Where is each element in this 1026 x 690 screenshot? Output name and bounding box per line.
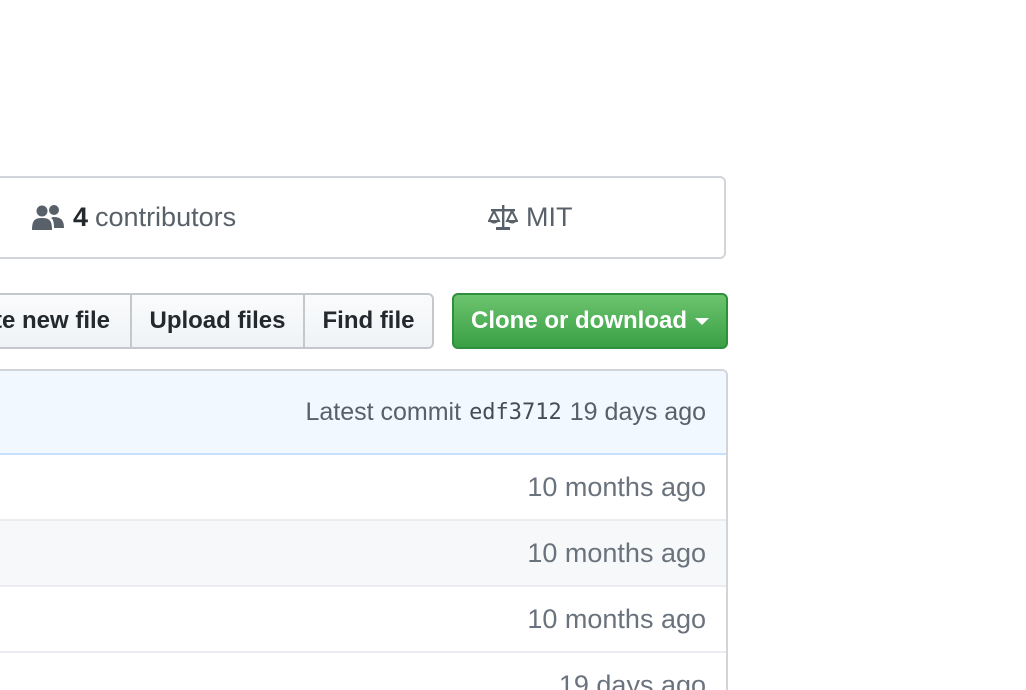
contributors-link[interactable]: 4 contributors bbox=[32, 178, 236, 257]
latest-commit-prefix: Latest commit bbox=[305, 397, 462, 426]
commit-sha-link[interactable]: edf3712 bbox=[469, 400, 562, 425]
caret-down-icon bbox=[695, 317, 709, 325]
people-icon bbox=[32, 204, 64, 232]
table-row[interactable]: 10 months ago bbox=[0, 521, 726, 587]
law-scale-icon bbox=[488, 203, 518, 233]
license-label: MIT bbox=[526, 202, 573, 232]
clone-or-download-label: Clone or download bbox=[471, 307, 687, 334]
table-row[interactable]: 10 months ago bbox=[0, 587, 726, 653]
repo-page: 4 contributors MIT te new file Upload fi… bbox=[0, 0, 1026, 690]
contributors-count: 4 bbox=[73, 202, 89, 232]
file-age: 10 months ago bbox=[527, 537, 706, 568]
file-age: 19 days ago bbox=[558, 669, 706, 690]
table-row[interactable]: 19 days ago bbox=[0, 653, 726, 690]
table-row[interactable]: 10 months ago bbox=[0, 455, 726, 521]
clone-or-download-button[interactable]: Clone or download bbox=[452, 293, 728, 349]
repo-summary-bar: 4 contributors MIT bbox=[0, 176, 726, 259]
file-age: 10 months ago bbox=[527, 603, 706, 634]
file-actions-group: te new file Upload files Find file bbox=[0, 293, 434, 349]
file-age: 10 months ago bbox=[527, 471, 706, 502]
create-new-file-button[interactable]: te new file bbox=[0, 293, 132, 349]
upload-files-button[interactable]: Upload files bbox=[130, 293, 305, 349]
find-file-button[interactable]: Find file bbox=[303, 293, 434, 349]
file-table: Latest commit edf3712 19 days ago 10 mon… bbox=[0, 369, 728, 690]
latest-commit-bar: Latest commit edf3712 19 days ago bbox=[0, 371, 726, 455]
license-link[interactable]: MIT bbox=[488, 178, 573, 257]
contributors-label: contributors bbox=[95, 202, 237, 232]
commit-age: 19 days ago bbox=[569, 397, 706, 426]
